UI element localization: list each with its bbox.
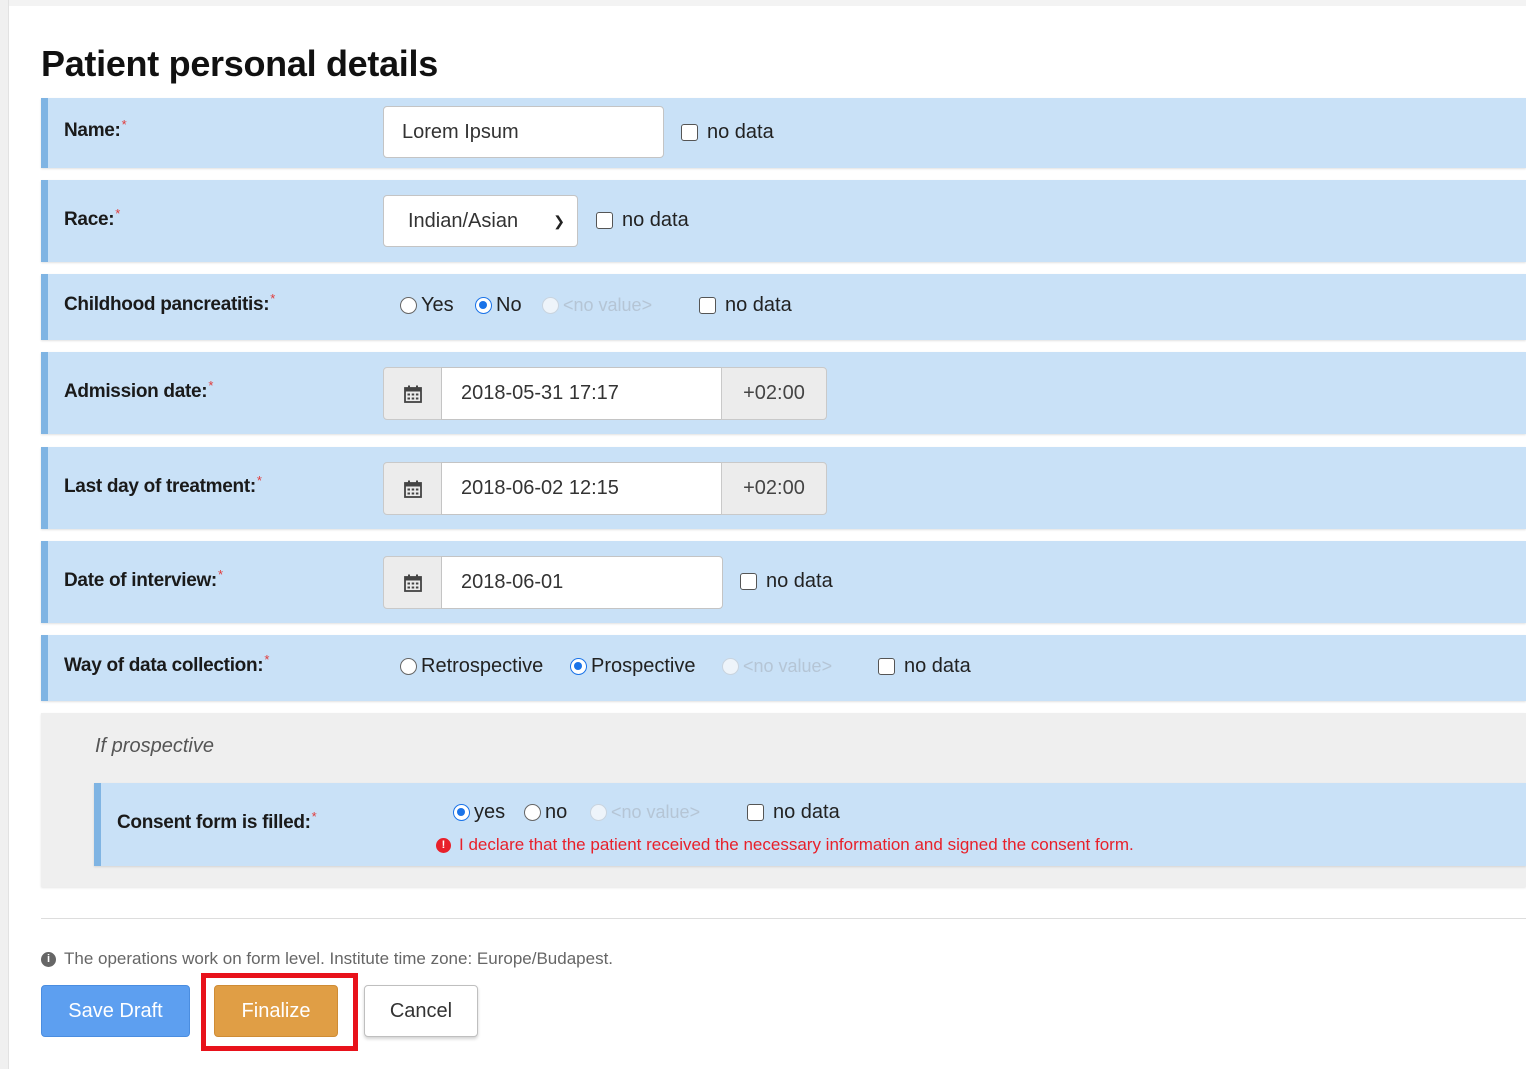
date-of-interview-label: Date of interview:*	[64, 567, 223, 591]
way-of-collection-label: Way of data collection:*	[64, 652, 270, 676]
checkbox-icon	[681, 124, 698, 141]
race-no-data-checkbox[interactable]: no data	[596, 209, 689, 232]
field-row-race: Race:* Indian/Asian ❯ no data	[41, 180, 1526, 262]
page-top-edge	[9, 0, 1526, 6]
date-of-interview-group: 2018-06-01	[383, 556, 723, 609]
field-row-admission-date: Admission date:* 2018-05-31 17:17 +02:00	[41, 352, 1526, 434]
field-row-consent: Consent form is filled:* yes no <no valu…	[94, 783, 1526, 866]
last-day-calendar-button[interactable]	[383, 462, 442, 515]
radio-icon	[722, 658, 739, 675]
radio-retrospective[interactable]: Retrospective	[400, 655, 543, 678]
date-of-interview-input[interactable]: 2018-06-01	[441, 556, 723, 609]
race-label: Race:*	[64, 206, 121, 230]
field-row-way-of-collection: Way of data collection:* Retrospective P…	[41, 635, 1526, 701]
checkbox-icon	[747, 804, 764, 821]
prospective-subpanel: If prospective Consent form is filled:* …	[41, 713, 1526, 887]
radio-icon	[542, 297, 559, 314]
interview-calendar-button[interactable]	[383, 556, 442, 609]
checkbox-icon	[878, 658, 895, 675]
admission-timezone: +02:00	[721, 367, 827, 420]
childhood-pancreatitis-no-data-checkbox[interactable]: no data	[699, 294, 792, 317]
name-label: Name:*	[64, 117, 127, 141]
radio-consent-no[interactable]: no	[524, 801, 567, 824]
admission-date-group: 2018-05-31 17:17 +02:00	[383, 367, 827, 420]
radio-prospective[interactable]: Prospective	[570, 655, 696, 678]
page-title: Patient personal details	[41, 43, 438, 84]
consent-label: Consent form is filled:*	[117, 809, 317, 833]
subpanel-title: If prospective	[95, 735, 214, 757]
radio-icon	[400, 658, 417, 675]
radio-consent-yes[interactable]: yes	[453, 801, 505, 824]
exclamation-icon: !	[436, 837, 451, 853]
name-input[interactable]: Lorem Ipsum	[383, 106, 664, 158]
admission-calendar-button[interactable]	[383, 367, 442, 420]
checkbox-icon	[699, 297, 716, 314]
cancel-button[interactable]: Cancel	[364, 985, 478, 1037]
checkbox-icon	[740, 573, 757, 590]
page-left-edge	[0, 0, 9, 1069]
last-day-treatment-group: 2018-06-02 12:15 +02:00	[383, 462, 827, 515]
admission-date-label: Admission date:*	[64, 378, 214, 402]
calendar-icon	[403, 479, 423, 499]
calendar-icon	[403, 573, 423, 593]
radio-no[interactable]: No	[475, 294, 522, 317]
finalize-button[interactable]: Finalize	[214, 985, 338, 1037]
chevron-down-icon: ❯	[553, 213, 565, 229]
interview-no-data-checkbox[interactable]: no data	[740, 570, 833, 593]
radio-icon	[400, 297, 417, 314]
last-day-timezone: +02:00	[721, 462, 827, 515]
name-no-data-checkbox[interactable]: no data	[681, 121, 774, 144]
field-row-childhood-pancreatitis: Childhood pancreatitis:* Yes No <no valu…	[41, 274, 1526, 340]
consent-no-data-checkbox[interactable]: no data	[747, 801, 840, 824]
radio-selected-icon	[453, 804, 470, 821]
divider	[41, 918, 1526, 919]
last-day-treatment-input[interactable]: 2018-06-02 12:15	[441, 462, 723, 515]
save-draft-button[interactable]: Save Draft	[41, 985, 190, 1037]
consent-warning: ! I declare that the patient received th…	[436, 835, 1134, 855]
race-select[interactable]: Indian/Asian ❯	[383, 195, 578, 247]
info-icon: i	[41, 951, 56, 967]
way-of-collection-no-data-checkbox[interactable]: no data	[878, 655, 971, 678]
radio-no-value[interactable]: <no value>	[542, 295, 652, 316]
calendar-icon	[403, 384, 423, 404]
field-row-date-of-interview: Date of interview:* 2018-06-01 no data	[41, 541, 1526, 623]
radio-icon	[524, 804, 541, 821]
radio-yes[interactable]: Yes	[400, 294, 454, 317]
radio-selected-icon	[475, 297, 492, 314]
checkbox-icon	[596, 212, 613, 229]
radio-selected-icon	[570, 658, 587, 675]
radio-no-value[interactable]: <no value>	[722, 656, 832, 677]
radio-consent-no-value[interactable]: <no value>	[590, 802, 700, 823]
radio-icon	[590, 804, 607, 821]
field-row-last-day-treatment: Last day of treatment:* 2018-06-02 12:15…	[41, 447, 1526, 529]
childhood-pancreatitis-label: Childhood pancreatitis:*	[64, 291, 276, 315]
admission-date-input[interactable]: 2018-05-31 17:17	[441, 367, 723, 420]
form-info: i The operations work on form level. Ins…	[41, 949, 613, 969]
last-day-treatment-label: Last day of treatment:*	[64, 473, 262, 497]
field-row-name: Name:* Lorem Ipsum no data	[41, 98, 1526, 168]
